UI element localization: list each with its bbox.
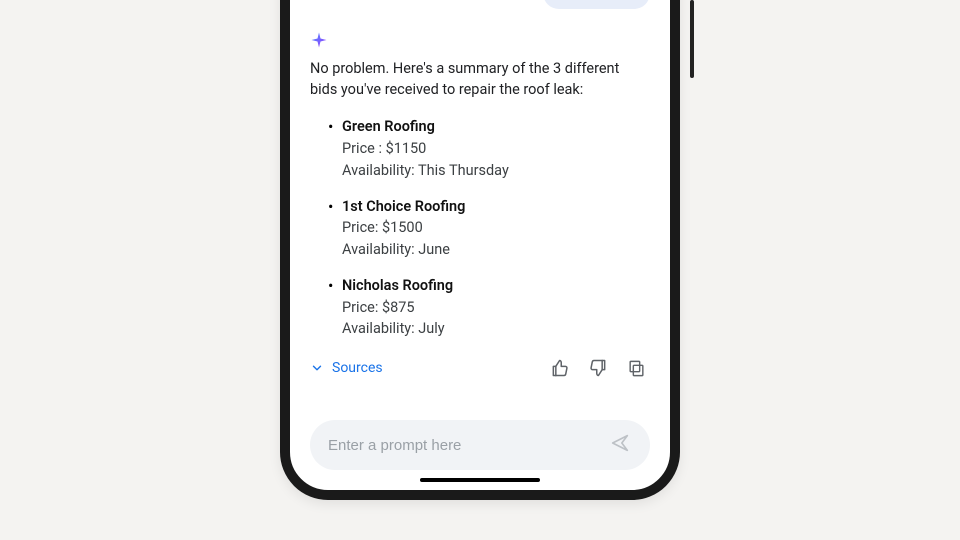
send-button[interactable] (606, 431, 634, 459)
bid-price: Price: $1500 (342, 217, 650, 239)
bid-name: 1st Choice Roofing (342, 196, 650, 218)
prompt-input[interactable] (326, 436, 606, 455)
copy-icon (627, 359, 646, 378)
bid-availability: Availability: This Thursday (342, 160, 650, 182)
conversation-area: and availability (290, 0, 670, 406)
chevron-down-icon (310, 361, 324, 375)
copy-button[interactable] (622, 354, 650, 382)
bid-price: Price : $1150 (342, 138, 650, 160)
phone-frame: and availability (280, 0, 680, 500)
bid-item: 1st Choice Roofing Price: $1500 Availabi… (328, 196, 650, 261)
bid-item: Nicholas Roofing Price: $875 Availabilit… (328, 275, 650, 340)
sources-label: Sources (332, 360, 383, 376)
bids-list: Green Roofing Price : $1150 Availability… (310, 116, 650, 340)
bid-name: Nicholas Roofing (342, 275, 650, 297)
bid-availability: Availability: June (342, 239, 650, 261)
thumbs-up-button[interactable] (546, 354, 574, 382)
home-indicator (420, 478, 540, 482)
thumbs-down-icon (588, 358, 608, 378)
assistant-response: No problem. Here's a summary of the 3 di… (310, 31, 650, 400)
previous-user-bubble: and availability (543, 0, 650, 9)
bid-price: Price: $875 (342, 297, 650, 319)
prompt-pill[interactable] (310, 420, 650, 470)
phone-screen: and availability (290, 0, 670, 490)
phone-side-button (690, 0, 694, 78)
send-icon (609, 432, 631, 458)
bid-name: Green Roofing (342, 116, 650, 138)
bid-availability: Availability: July (342, 318, 650, 340)
response-actions-row: Sources (310, 354, 650, 382)
bid-item: Green Roofing Price : $1150 Availability… (328, 116, 650, 181)
response-intro-text: No problem. Here's a summary of the 3 di… (310, 59, 650, 100)
sources-toggle[interactable]: Sources (310, 360, 383, 376)
sparkle-icon (310, 31, 650, 49)
thumbs-up-icon (550, 358, 570, 378)
stage: and availability (0, 0, 960, 540)
thumbs-down-button[interactable] (584, 354, 612, 382)
